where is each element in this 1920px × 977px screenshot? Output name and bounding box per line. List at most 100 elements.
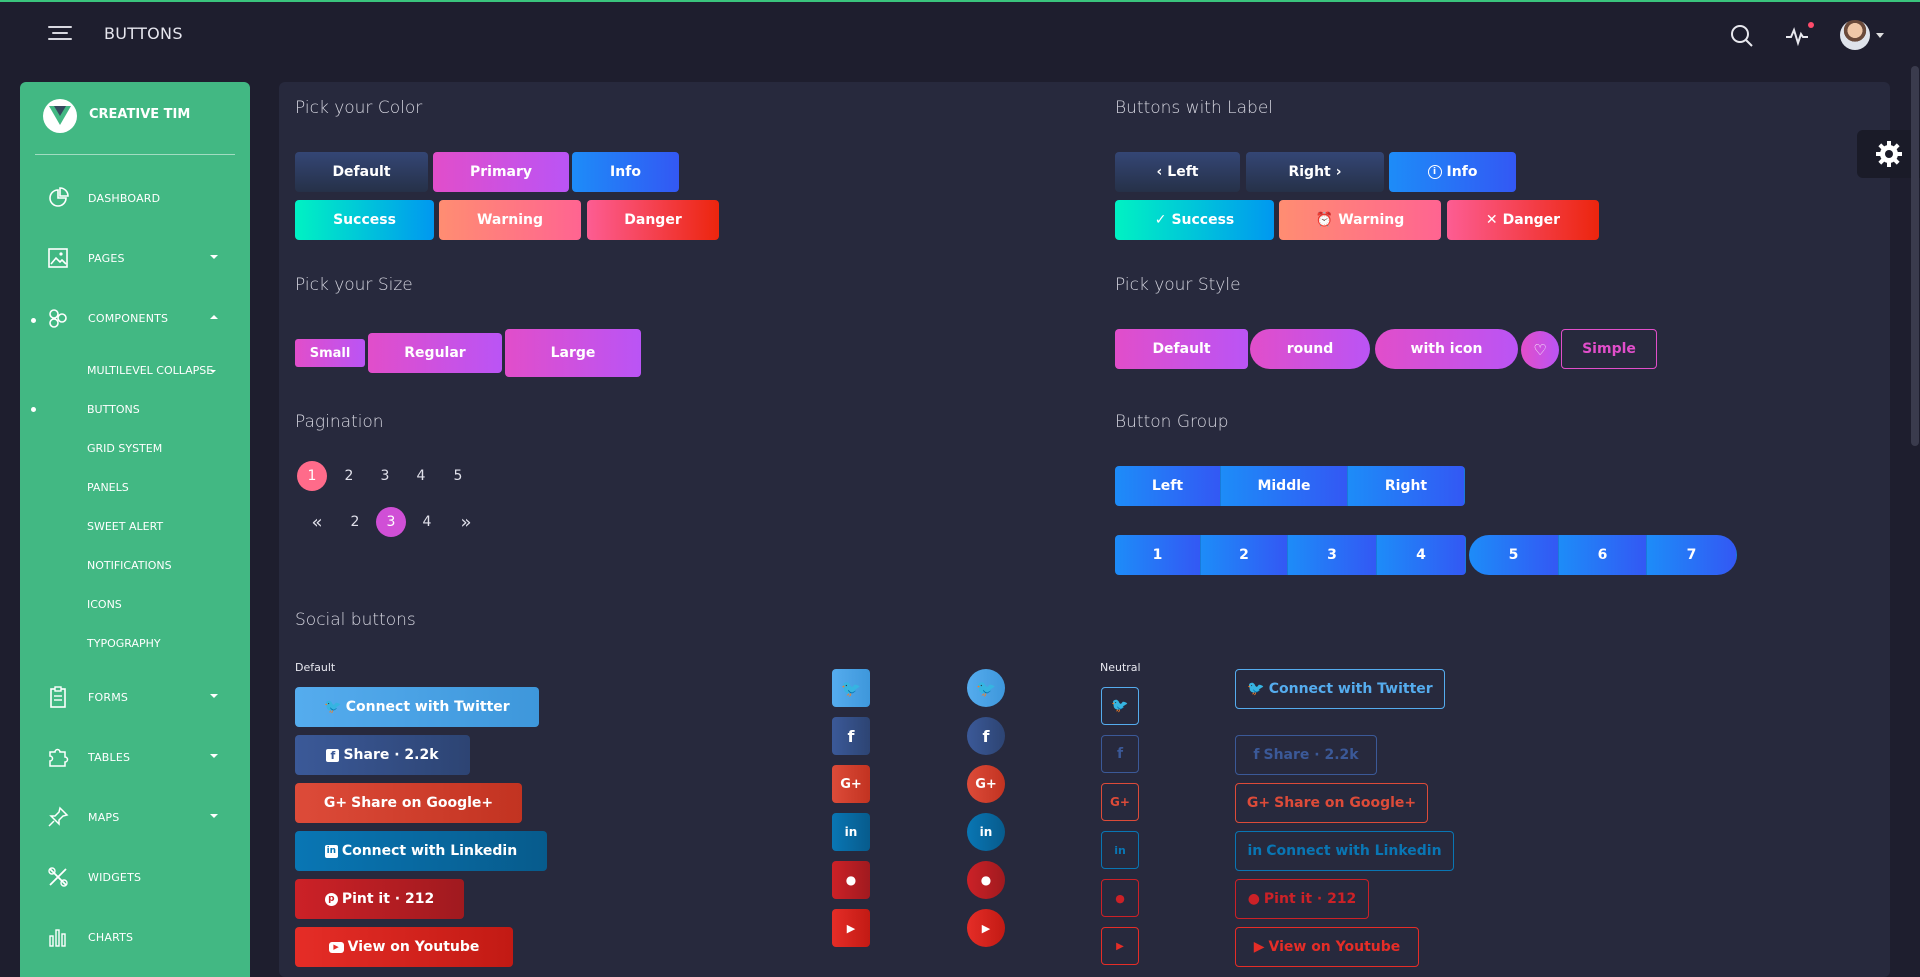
double-chevron-right-icon[interactable]: » — [451, 507, 481, 537]
twitter-icon: 🐦 — [1247, 681, 1265, 697]
regular-button[interactable]: Regular — [368, 333, 502, 373]
left-label-button[interactable]: ‹ Left — [1115, 152, 1240, 192]
group-right-button[interactable]: Right — [1348, 466, 1465, 506]
sidebar-item-components[interactable]: COMPONENTS — [20, 298, 250, 338]
info-button[interactable]: Info — [572, 152, 679, 192]
chevron-down-icon[interactable] — [1876, 33, 1884, 38]
alarm-icon: ⏰ — [1315, 212, 1334, 228]
style-simple-button[interactable]: Simple — [1561, 329, 1657, 369]
sidebar-sub-buttons[interactable]: BUTTONS — [87, 403, 140, 416]
group-left-button[interactable]: Left — [1115, 466, 1221, 506]
group-button-4[interactable]: 4 — [1377, 535, 1466, 575]
sidebar-sub-typography[interactable]: TYPOGRAPHY — [87, 637, 161, 650]
pinterest-round-button[interactable]: ● — [967, 861, 1005, 899]
youtube-button[interactable]: ▶ View on Youtube — [295, 927, 513, 967]
pinterest-button[interactable]: p Pint it · 212 — [295, 879, 464, 919]
google-button[interactable]: G+ Share on Google+ — [295, 783, 522, 823]
warning-label-button[interactable]: ⏰ Warning — [1279, 200, 1441, 240]
sidebar-item-forms[interactable]: FORMS — [20, 677, 250, 717]
facebook-button[interactable]: f Share · 2.2k — [295, 735, 470, 775]
sidebar-sub-grid[interactable]: GRID SYSTEM — [87, 442, 162, 455]
twitter-button[interactable]: 🐦 Connect with Twitter — [295, 687, 539, 727]
caret-down-icon — [210, 814, 218, 818]
facebook-neutral-text-button[interactable]: f Share · 2.2k — [1235, 735, 1377, 775]
page-2[interactable]: 2 — [334, 461, 364, 491]
sidebar-item-charts[interactable]: CHARTS — [20, 917, 250, 957]
pinterest-neutral-text-button[interactable]: ● Pint it · 212 — [1235, 879, 1369, 919]
page-2[interactable]: 2 — [340, 507, 370, 537]
activity-icon[interactable] — [1783, 22, 1811, 50]
success-label-button[interactable]: ✓ Success — [1115, 200, 1274, 240]
sidebar-item-tables[interactable]: TABLES — [20, 737, 250, 777]
page-3[interactable]: 3 — [376, 507, 406, 537]
linkedin-square-button[interactable]: in — [832, 813, 870, 851]
menu-icon[interactable] — [48, 26, 72, 46]
google-square-button[interactable]: G+ — [832, 765, 870, 803]
group-button-1[interactable]: 1 — [1115, 535, 1201, 575]
twitter-icon: 🐦 — [324, 699, 342, 715]
youtube-round-button[interactable]: ▶ — [967, 909, 1005, 947]
google-neutral-button[interactable]: G+ — [1101, 783, 1139, 821]
youtube-icon: ▶ — [981, 921, 991, 935]
page-1[interactable]: 1 — [297, 461, 327, 491]
danger-label-button[interactable]: ✕ Danger — [1447, 200, 1599, 240]
sidebar-sub-notifications[interactable]: NOTIFICATIONS — [87, 559, 172, 572]
search-icon[interactable] — [1728, 22, 1756, 50]
success-button[interactable]: Success — [295, 200, 434, 240]
info-label-button[interactable]: i Info — [1389, 152, 1516, 192]
google-round-button[interactable]: G+ — [967, 765, 1005, 803]
facebook-square-button[interactable]: f — [832, 717, 870, 755]
page-5[interactable]: 5 — [443, 461, 473, 491]
linkedin-neutral-button[interactable]: in — [1101, 831, 1139, 869]
sidebar-item-pages[interactable]: PAGES — [20, 238, 250, 278]
youtube-square-button[interactable]: ▶ — [832, 909, 870, 947]
primary-button[interactable]: Primary — [433, 152, 569, 192]
sidebar-sub-multilevel[interactable]: MULTILEVEL COLLAPSE — [87, 364, 213, 377]
sidebar-item-dashboard[interactable]: DASHBOARD — [20, 178, 250, 218]
facebook-round-button[interactable]: f — [967, 717, 1005, 755]
small-button[interactable]: Small — [295, 339, 365, 367]
page-3[interactable]: 3 — [370, 461, 400, 491]
google-neutral-text-button[interactable]: G+ Share on Google+ — [1235, 783, 1428, 823]
linkedin-round-button[interactable]: in — [967, 813, 1005, 851]
group-button-5[interactable]: 5 — [1469, 535, 1559, 575]
twitter-square-button[interactable]: 🐦 — [832, 669, 870, 707]
page-4[interactable]: 4 — [406, 461, 436, 491]
warning-button[interactable]: Warning — [439, 200, 581, 240]
page-4[interactable]: 4 — [412, 507, 442, 537]
puzzle-icon — [49, 748, 69, 767]
right-label-button[interactable]: Right › — [1246, 152, 1384, 192]
danger-button[interactable]: Danger — [587, 200, 719, 240]
heart-icon-button[interactable]: ♡ — [1521, 331, 1559, 369]
sidebar-item-maps[interactable]: MAPS — [20, 797, 250, 837]
group-middle-button[interactable]: Middle — [1221, 466, 1348, 506]
sidebar-item-widgets[interactable]: WIDGETS — [20, 857, 250, 897]
linkedin-neutral-text-button[interactable]: in Connect with Linkedin — [1235, 831, 1454, 871]
twitter-round-button[interactable]: 🐦 — [967, 669, 1005, 707]
pinterest-square-button[interactable]: ● — [832, 861, 870, 899]
style-default-button[interactable]: Default — [1115, 329, 1248, 369]
style-with-icon-button[interactable]: with icon — [1375, 329, 1518, 369]
style-round-button[interactable]: round — [1250, 329, 1370, 369]
youtube-neutral-button[interactable]: ▶ — [1101, 927, 1139, 965]
avatar[interactable] — [1840, 20, 1870, 50]
group-button-7[interactable]: 7 — [1647, 535, 1737, 575]
scrollbar[interactable] — [1911, 66, 1919, 446]
group-button-6[interactable]: 6 — [1559, 535, 1647, 575]
double-chevron-left-icon[interactable]: « — [302, 507, 332, 537]
linkedin-icon: in — [1114, 843, 1126, 857]
youtube-neutral-text-button[interactable]: ▶ View on Youtube — [1235, 927, 1419, 967]
twitter-neutral-text-button[interactable]: 🐦 Connect with Twitter — [1235, 669, 1445, 709]
sidebar-sub-panels[interactable]: PANELS — [87, 481, 129, 494]
large-button[interactable]: Large — [505, 329, 641, 377]
sidebar-sub-icons[interactable]: ICONS — [87, 598, 122, 611]
pinterest-neutral-button[interactable]: ● — [1101, 879, 1139, 917]
facebook-neutral-button[interactable]: f — [1101, 735, 1139, 773]
twitter-neutral-button[interactable]: 🐦 — [1101, 687, 1139, 725]
button-label: Share on Google+ — [351, 795, 494, 811]
linkedin-button[interactable]: in Connect with Linkedin — [295, 831, 547, 871]
group-button-3[interactable]: 3 — [1288, 535, 1377, 575]
sidebar-sub-sweet-alert[interactable]: SWEET ALERT — [87, 520, 163, 533]
group-button-2[interactable]: 2 — [1201, 535, 1288, 575]
default-button[interactable]: Default — [295, 152, 428, 192]
